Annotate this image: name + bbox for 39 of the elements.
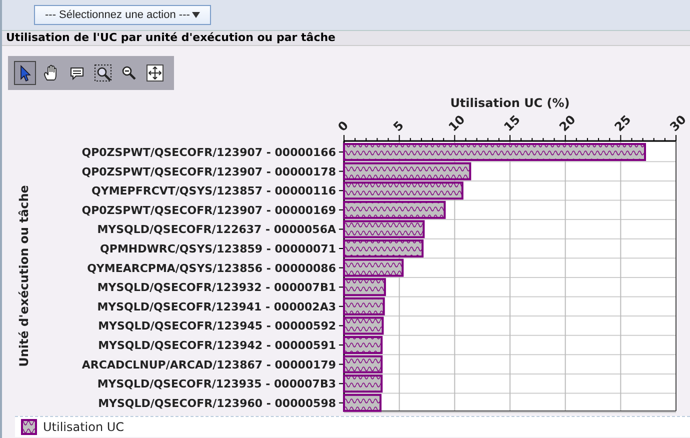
category-label: QYMEPFRCVT/QSYS/123857 - 00000116 (92, 184, 336, 198)
tick-label: 25 (612, 112, 634, 134)
category-label: ARCADCLNUP/ARCAD/123867 - 00000179 (82, 358, 336, 372)
category-label: MYSQLD/QSECOFR/123932 - 000007B1 (97, 281, 336, 294)
zoom-box-icon (94, 64, 112, 82)
tick-label: 20 (556, 112, 578, 134)
panel-title: Utilisation de l'UC par unité d'exécution ou par tâche (2, 31, 690, 46)
category-label: QP0ZSPWT/QSECOFR/123907 - 00000169 (82, 204, 336, 217)
category-label: MYSQLD/QSECOFR/123942 - 00000591 (98, 339, 336, 352)
bar (343, 297, 385, 316)
legend-label: Utilisation UC (43, 420, 124, 434)
category-label: QP0ZSPWT/QSECOFR/123907 - 00000178 (82, 165, 336, 178)
category-label: MYSQLD/QSECOFR/122637 - 0000056A (97, 223, 336, 236)
action-dropdown[interactable]: --- Sélectionnez une action --- (34, 5, 211, 25)
zoom-out-icon (120, 64, 138, 82)
bar (343, 316, 384, 335)
category-label: QYMEARCPMA/QSYS/123856 - 00000086 (87, 262, 336, 275)
bar (343, 258, 404, 277)
tick-label: 15 (501, 112, 523, 134)
category-label: MYSQLD/QSECOFR/123945 - 00000592 (98, 320, 336, 333)
axis-title: Unité d'exécution ou tâche (17, 185, 31, 367)
tick-label: 0 (335, 118, 352, 134)
bar (343, 394, 382, 412)
category-label: QPMHDWRC/QSYS/123859 - 00000071 (100, 242, 336, 256)
category-label: MYSQLD/QSECOFR/123935 - 000007B3 (97, 378, 336, 391)
bar (343, 278, 386, 296)
tick-label: 10 (446, 112, 468, 134)
tick-label: 30 (667, 112, 689, 134)
category-label: MYSQLD/QSECOFR/123960 - 00000598 (98, 396, 336, 410)
category-label: MYSQLD/QSECOFR/123941 - 000002A3 (97, 300, 336, 314)
category-label: QP0ZSPWT/QSECOFR/123907 - 00000166 (82, 146, 336, 159)
move-icon (146, 64, 164, 82)
bar (343, 374, 383, 393)
caret-icon (192, 12, 200, 18)
axis-title: Utilisation UC (%) (450, 96, 570, 110)
bar (343, 336, 383, 354)
pointer-tool-button[interactable] (14, 61, 36, 85)
bar (343, 355, 383, 374)
tick-label: 5 (390, 118, 406, 134)
